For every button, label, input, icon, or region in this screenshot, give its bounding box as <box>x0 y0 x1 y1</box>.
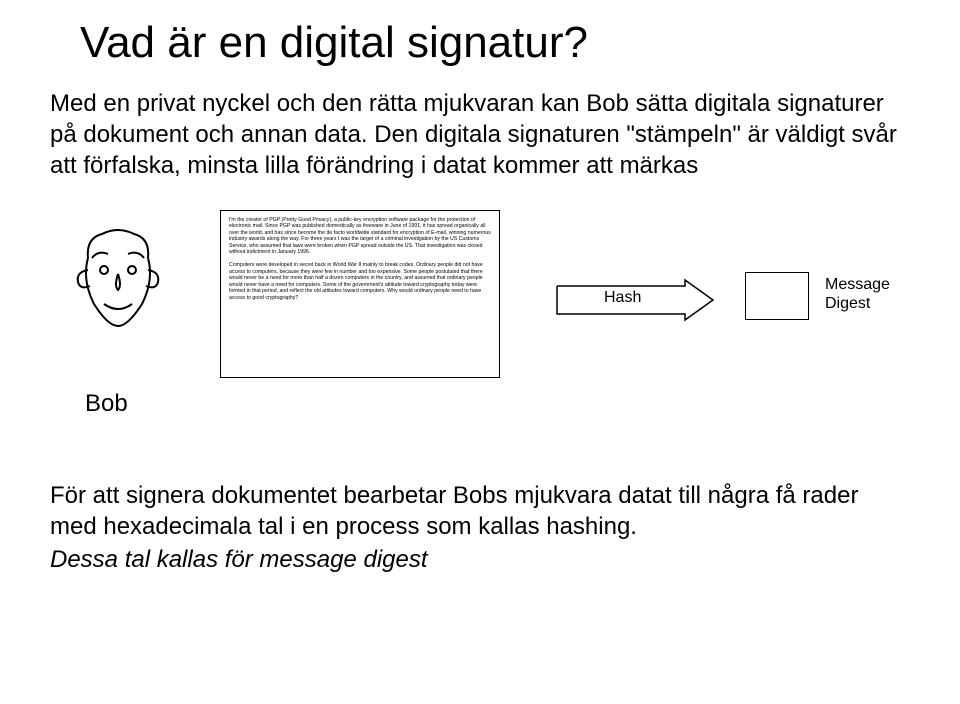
slide-page: Vad är en digital signatur? Med en priva… <box>0 0 960 575</box>
document-icon: I'm the creator of PGP (Pretty Good Priv… <box>220 210 500 378</box>
intro-paragraph: Med en privat nyckel och den rätta mjukv… <box>50 88 910 182</box>
document-text: I'm the creator of PGP (Pretty Good Priv… <box>229 217 491 302</box>
digest-label-line2: Digest <box>825 295 870 312</box>
diagram: I'm the creator of PGP (Pretty Good Priv… <box>50 200 910 480</box>
page-title: Vad är en digital signatur? <box>80 18 910 68</box>
digest-box-icon <box>745 272 809 320</box>
outro-paragraph-1: För att signera dokumentet bearbetar Bob… <box>50 480 910 542</box>
outro-paragraph-2: Dessa tal kallas för message digest <box>50 544 910 575</box>
bob-label: Bob <box>85 390 128 418</box>
face-icon <box>68 220 168 340</box>
digest-label: Message Digest <box>825 275 890 313</box>
digest-label-line1: Message <box>825 276 890 293</box>
hash-label: Hash <box>604 289 641 307</box>
